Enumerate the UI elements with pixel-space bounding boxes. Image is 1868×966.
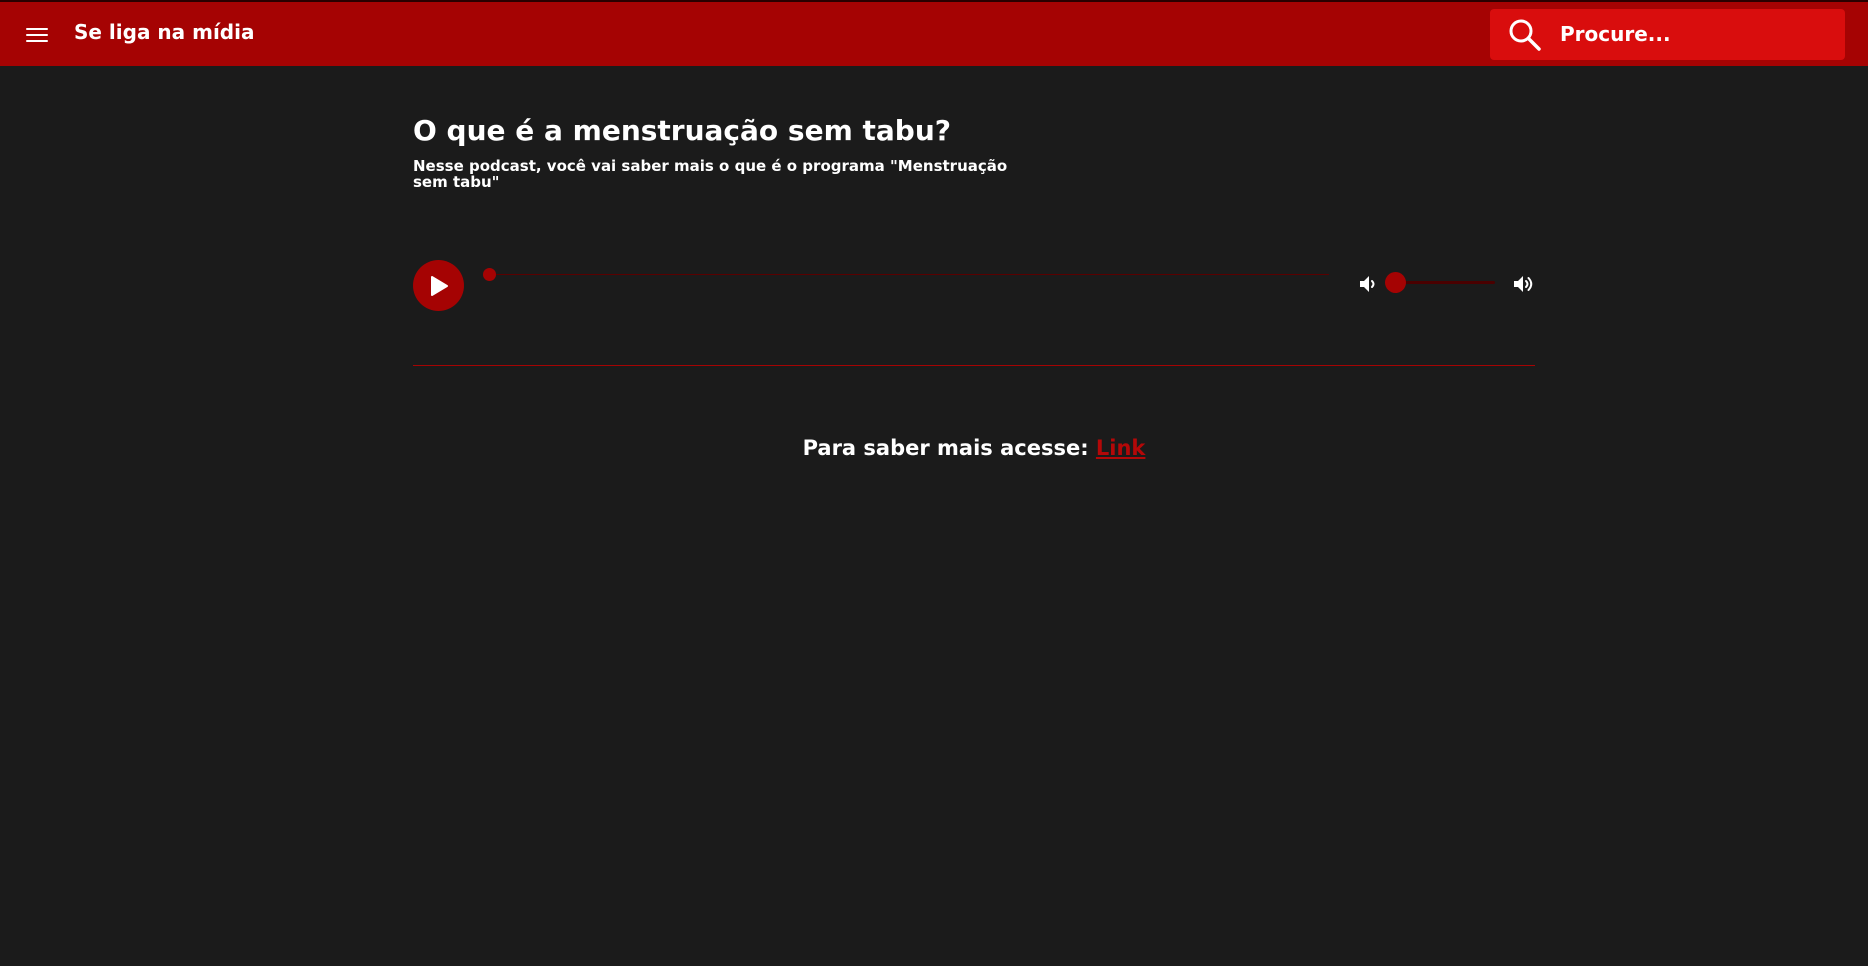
search-icon[interactable] [1508,18,1542,52]
more-info-text: Para saber mais acesse: [802,436,1089,460]
top-bar: Se liga na mídia [0,0,1868,66]
volume-thumb[interactable] [1385,272,1406,293]
site-title[interactable]: Se liga na mídia [74,20,254,44]
hamburger-menu-icon[interactable] [22,22,54,48]
more-info-link[interactable]: Link [1096,436,1146,460]
menu-bar-line [26,28,48,30]
audio-player [413,260,1535,312]
search-input[interactable] [1560,17,1830,51]
play-icon [431,276,448,296]
volume-high-icon[interactable] [1511,272,1535,296]
volume-track[interactable] [1395,281,1495,284]
play-button[interactable] [413,260,464,311]
progress-thumb[interactable] [483,268,496,281]
menu-bar-line [26,34,48,36]
page-title: O que é a menstruação sem tabu? [413,114,951,147]
progress-track[interactable] [489,274,1329,275]
volume-low-icon[interactable] [1357,273,1379,295]
more-info: Para saber mais acesse: Link [413,436,1535,460]
search-box[interactable] [1490,9,1845,60]
section-divider [413,365,1535,366]
menu-bar-line [26,40,48,42]
page-subtitle: Nesse podcast, você vai saber mais o que… [413,157,1008,191]
